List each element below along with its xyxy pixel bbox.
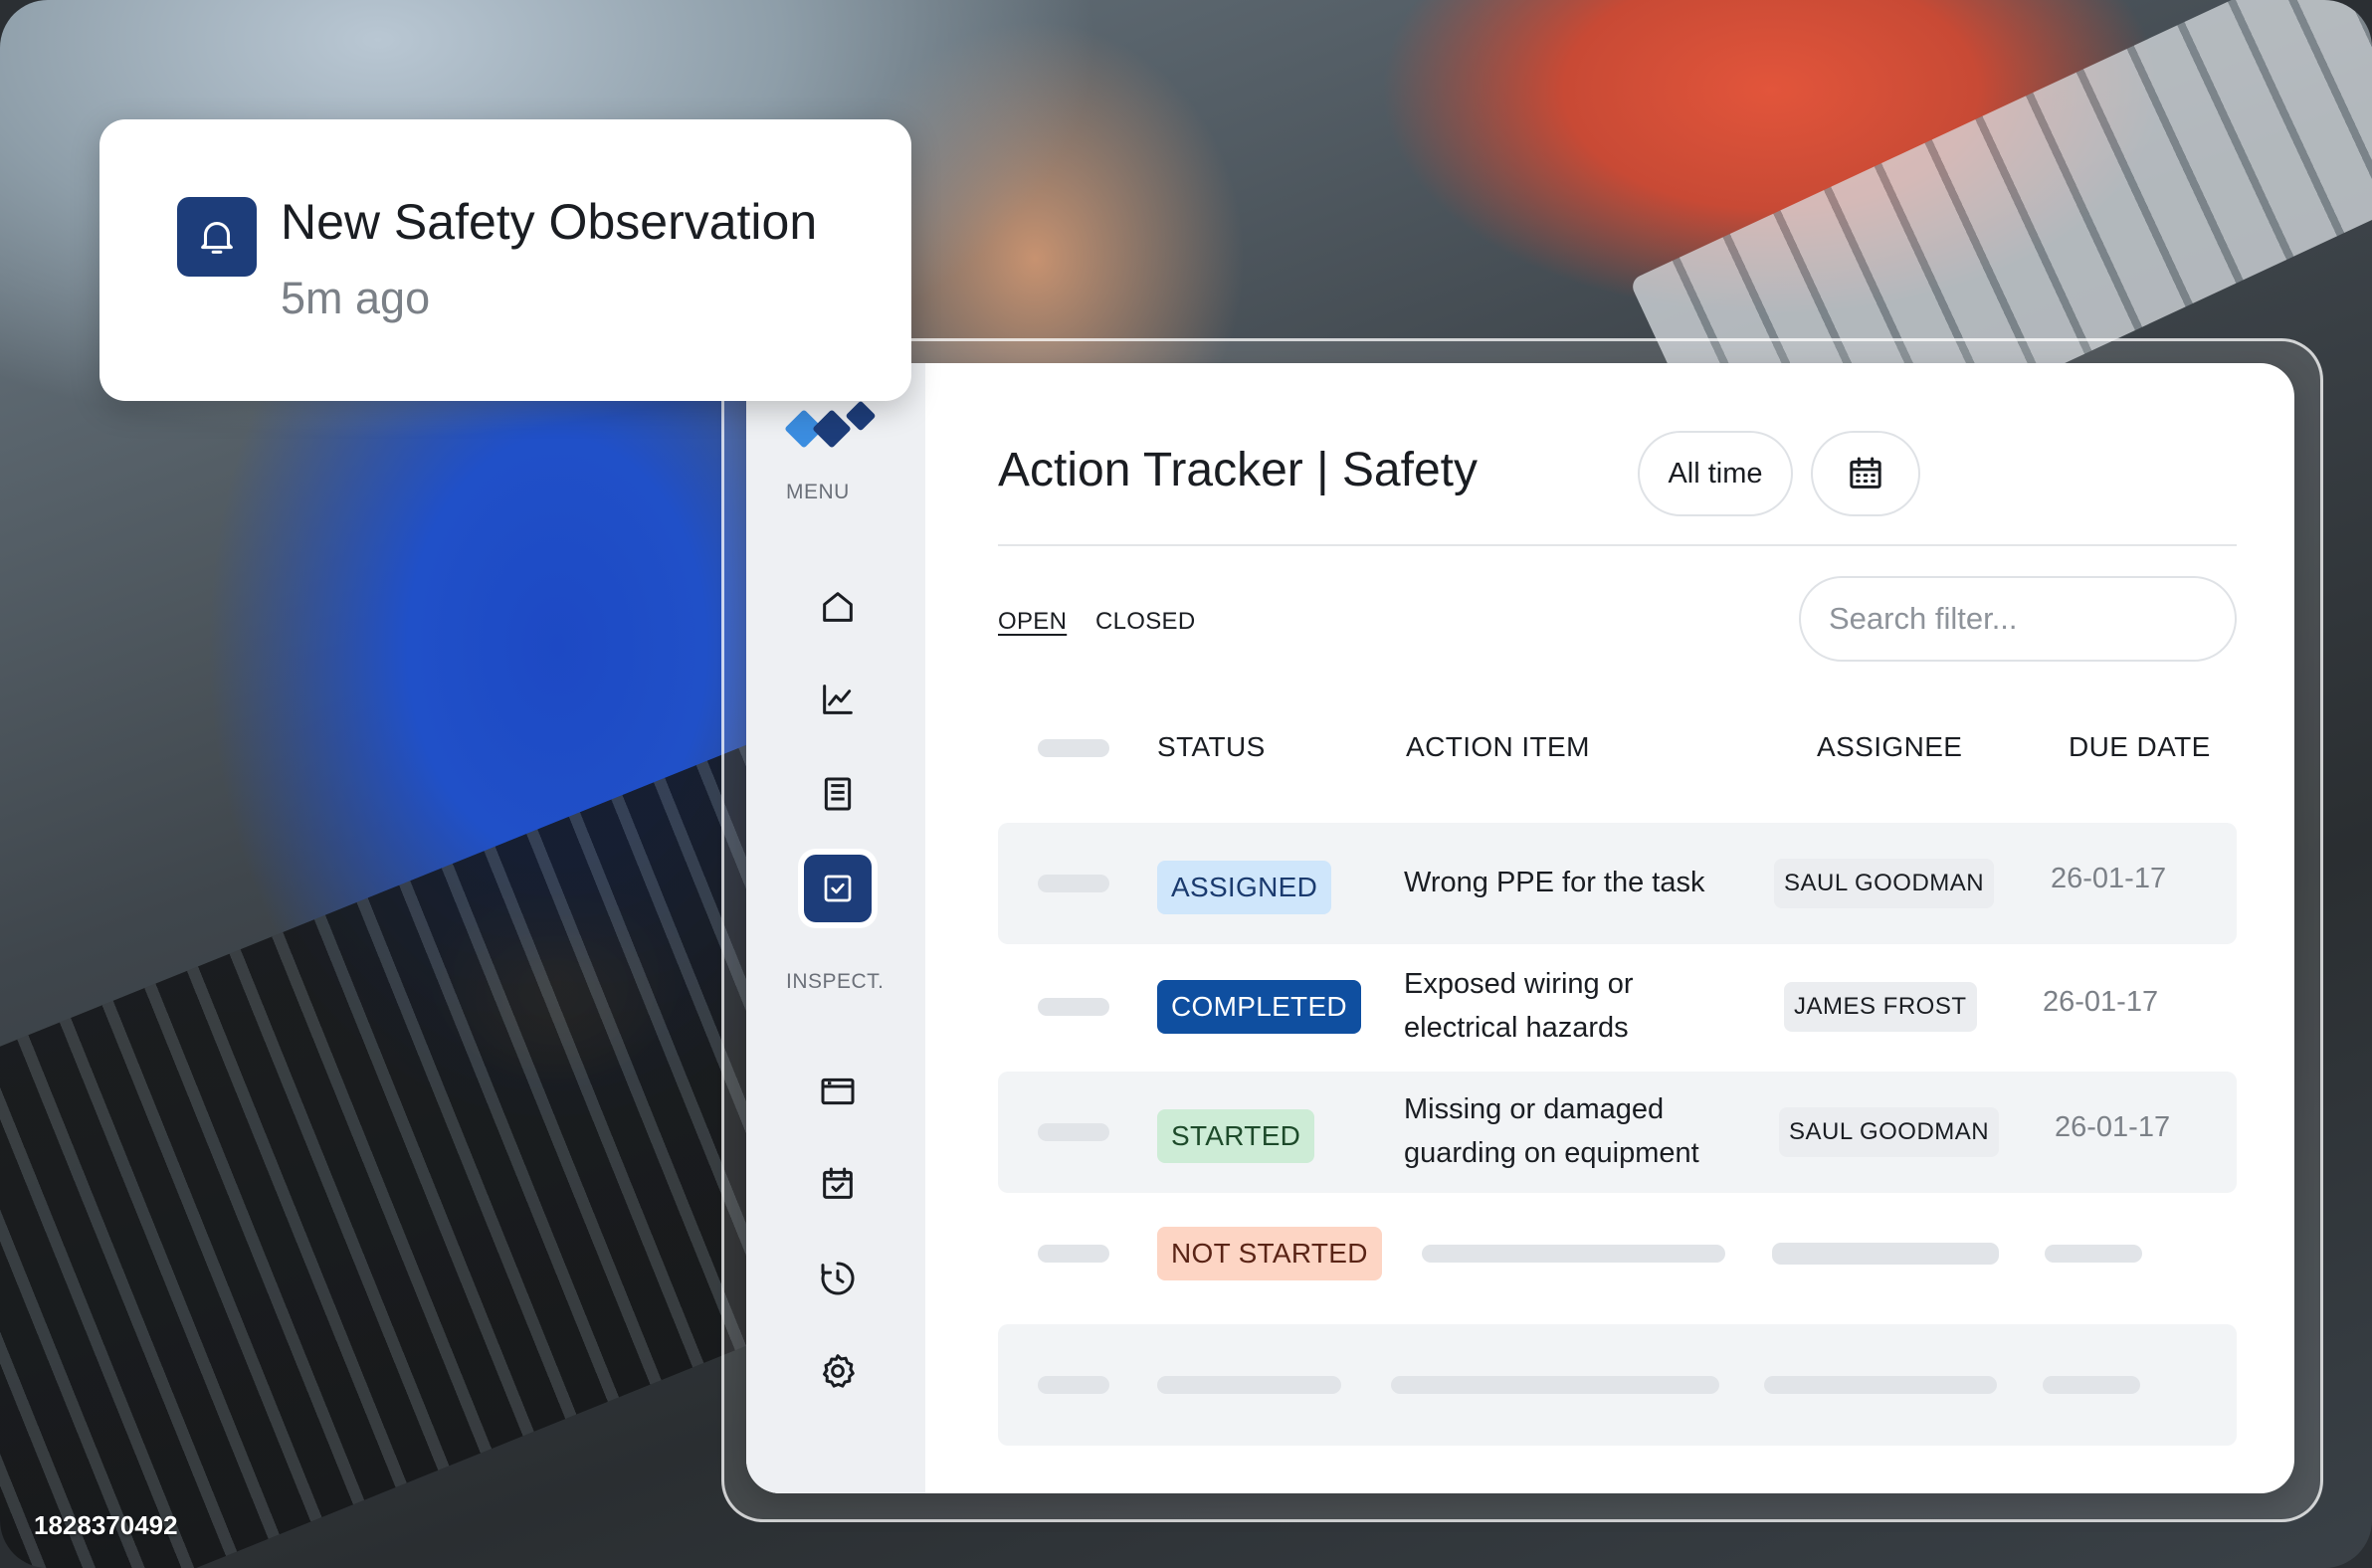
inspect-section-label: INSPECT.: [786, 970, 885, 993]
row-select-placeholder: [1038, 1245, 1109, 1263]
notification-time: 5m ago: [281, 273, 431, 323]
photo-id-label: 1828370492: [34, 1510, 178, 1540]
column-header-action-item[interactable]: ACTION ITEM: [1406, 731, 1590, 763]
due-date-placeholder: [2045, 1245, 2142, 1263]
row-select-placeholder: [1038, 998, 1109, 1016]
time-filter-button[interactable]: All time: [1638, 431, 1793, 516]
menu-section-label: MENU: [786, 481, 850, 503]
notification-card[interactable]: New Safety Observation 5m ago: [99, 119, 911, 401]
document-icon[interactable]: [798, 754, 878, 834]
action-tracker-nav-item[interactable]: [798, 849, 878, 928]
due-date: 26-01-17: [2051, 863, 2167, 894]
table-row[interactable]: ASSIGNED Wrong PPE for the task SAUL GOO…: [998, 823, 2237, 944]
chart-icon[interactable]: [798, 660, 878, 739]
tab-open[interactable]: OPEN: [998, 608, 1067, 636]
table-row[interactable]: COMPLETED Exposed wiring or electrical h…: [998, 944, 2237, 1066]
page-title: Action Tracker | Safety: [998, 444, 1478, 496]
assignee-chip: JAMES FROST: [1784, 982, 1977, 1032]
action-item-text: Wrong PPE for the task: [1404, 867, 1705, 898]
action-item-text: Missing or damaged: [1404, 1093, 1665, 1125]
due-date-placeholder: [2043, 1376, 2140, 1394]
action-tracker-panel: MENU INSPECT. Action Tracker | Safety Al…: [746, 363, 2294, 1493]
action-item-text-line2: guarding on equipment: [1404, 1137, 1699, 1169]
status-badge: COMPLETED: [1157, 980, 1361, 1034]
status-badge: NOT STARTED: [1157, 1227, 1382, 1280]
clock-history-icon[interactable]: [798, 1239, 878, 1318]
header-divider: [998, 544, 2237, 546]
column-header-status[interactable]: STATUS: [1157, 731, 1266, 763]
column-header-due-date[interactable]: DUE DATE: [2069, 731, 2211, 763]
row-select-placeholder: [1038, 1123, 1109, 1141]
action-item-text: Exposed wiring or: [1404, 968, 1634, 1000]
calendar-button[interactable]: [1811, 431, 1920, 516]
main-content: Action Tracker | Safety All time OPEN CL…: [998, 363, 2294, 1493]
window-icon[interactable]: [798, 1052, 878, 1131]
status-badge: ASSIGNED: [1157, 861, 1332, 914]
table-row[interactable]: NOT STARTED: [998, 1193, 2237, 1314]
action-item-placeholder: [1391, 1376, 1719, 1394]
action-item-placeholder: [1422, 1245, 1725, 1263]
column-header-assignee[interactable]: ASSIGNEE: [1817, 731, 1962, 763]
table-row-skeleton: [998, 1324, 2237, 1446]
home-icon[interactable]: [798, 567, 878, 647]
status-placeholder: [1157, 1376, 1341, 1394]
calendar-check-icon[interactable]: [798, 1144, 878, 1224]
action-item-text-line2: electrical hazards: [1404, 1012, 1629, 1044]
row-select-placeholder: [1038, 1376, 1109, 1394]
table-row[interactable]: STARTED Missing or damaged guarding on e…: [998, 1072, 2237, 1193]
checkbox-icon: [804, 855, 872, 922]
tab-closed[interactable]: CLOSED: [1095, 608, 1196, 636]
select-all-placeholder: [1038, 739, 1109, 757]
assignee-placeholder: [1764, 1376, 1997, 1394]
sidebar: MENU INSPECT.: [746, 363, 925, 1493]
assignee-chip: SAUL GOODMAN: [1774, 859, 1995, 908]
calendar-icon: [1850, 457, 1881, 489]
bell-icon: [177, 197, 257, 277]
search-input[interactable]: [1799, 576, 2237, 662]
due-date: 26-01-17: [2055, 1111, 2171, 1143]
assignee-chip: SAUL GOODMAN: [1779, 1107, 2000, 1157]
due-date: 26-01-17: [2043, 986, 2159, 1018]
row-select-placeholder: [1038, 875, 1109, 892]
status-badge: STARTED: [1157, 1109, 1315, 1163]
assignee-placeholder: [1772, 1243, 1999, 1265]
gear-icon[interactable]: [798, 1331, 878, 1411]
notification-title: New Safety Observation: [281, 194, 818, 250]
brand-logo: [785, 401, 876, 448]
